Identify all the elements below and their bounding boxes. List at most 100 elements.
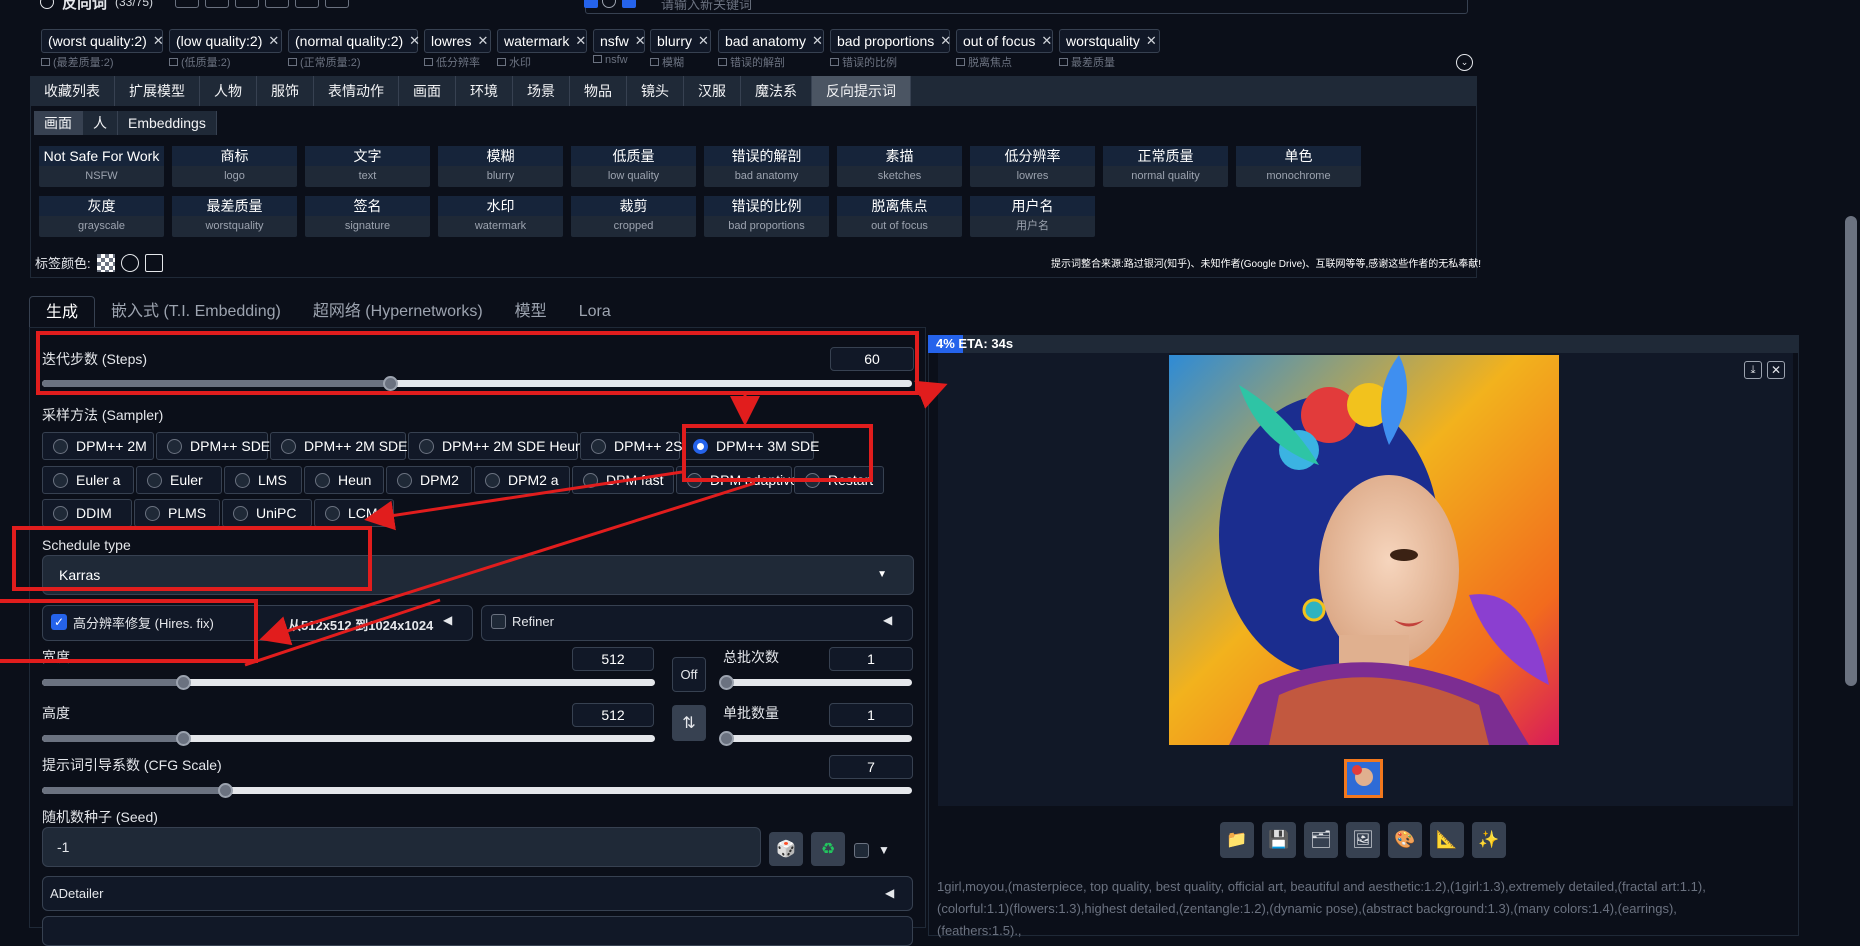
category-tab[interactable]: 反向提示词: [812, 76, 911, 106]
sampler-option[interactable]: DPM2: [386, 466, 472, 494]
main-tab[interactable]: 超网络 (Hypernetworks): [297, 296, 499, 328]
prompt-tile[interactable]: 模糊 blurry: [438, 146, 563, 187]
sub-tab[interactable]: 人: [83, 111, 118, 135]
image-thumbnail[interactable]: [1344, 759, 1383, 798]
prompt-tile[interactable]: 低质量 low quality: [571, 146, 696, 187]
category-tab[interactable]: 收藏列表: [30, 76, 115, 106]
prompt-tag[interactable]: (worst quality:2) ✕: [41, 29, 164, 53]
prompt-tag[interactable]: bad proportions ✕: [830, 29, 951, 53]
bookmark-icon[interactable]: [265, 0, 290, 8]
prompt-tile[interactable]: 正常质量 normal quality: [1103, 146, 1228, 187]
extra-seed-checkbox[interactable]: [854, 843, 869, 858]
remove-tag-icon[interactable]: ✕: [575, 33, 586, 49]
category-tab[interactable]: 镜头: [627, 76, 684, 106]
refiner-collapse-icon[interactable]: ◀: [883, 613, 892, 627]
remove-tag-icon[interactable]: ✕: [268, 33, 279, 49]
keyword-checkbox[interactable]: [584, 0, 598, 8]
prompt-tile[interactable]: 低分辨率 lowres: [970, 146, 1095, 187]
keyword-input[interactable]: 请输入新关键词: [585, 0, 1468, 14]
category-tab[interactable]: 场景: [513, 76, 570, 106]
next-accordion[interactable]: [42, 916, 913, 946]
remove-tag-icon[interactable]: ✕: [1146, 33, 1157, 49]
send-to-inpaint-icon[interactable]: 🎨: [1388, 822, 1422, 858]
category-tab[interactable]: 表情动作: [314, 76, 399, 106]
sampler-option[interactable]: DPM++ 2M SDE Heun: [408, 432, 583, 460]
prompt-tile[interactable]: 脱离焦点 out of focus: [837, 196, 962, 237]
remove-tag-icon[interactable]: ✕: [698, 33, 709, 49]
folder-icon[interactable]: 📁: [1220, 822, 1254, 858]
batch-size-input[interactable]: 1: [829, 703, 913, 727]
hires-collapse-icon[interactable]: ◀: [443, 613, 452, 627]
save-icon[interactable]: [144, 253, 163, 272]
category-tab[interactable]: 物品: [570, 76, 627, 106]
category-tab[interactable]: 环境: [456, 76, 513, 106]
sampler-option[interactable]: DPM++ 3M SDE: [682, 432, 819, 460]
category-tab[interactable]: 画面: [399, 76, 456, 106]
sampler-option[interactable]: Restart: [794, 466, 884, 494]
prompt-tile[interactable]: 水印 watermark: [438, 196, 563, 237]
sampler-option[interactable]: LMS: [224, 466, 302, 494]
collapse-icon[interactable]: [40, 0, 54, 9]
extra-seed-toggle-icon[interactable]: ▼: [878, 843, 890, 857]
prompt-tile[interactable]: 用户名 用户名: [970, 196, 1095, 237]
sampler-option[interactable]: Euler: [136, 466, 222, 494]
sampler-option[interactable]: DPM2 a: [474, 466, 570, 494]
checker-icon[interactable]: [96, 253, 115, 272]
prompt-tile[interactable]: 商标 logo: [172, 146, 297, 187]
sampler-option[interactable]: DPM fast: [572, 466, 674, 494]
scrollbar-thumb[interactable]: [1845, 216, 1857, 686]
remove-tag-icon[interactable]: ✕: [812, 33, 823, 49]
steps-slider[interactable]: [42, 376, 912, 391]
schedule-select[interactable]: Karras ▼: [42, 555, 914, 595]
steps-slider-thumb[interactable]: [383, 376, 398, 391]
sub-tab[interactable]: 画面: [34, 111, 83, 135]
hires-checkbox[interactable]: ✓: [51, 614, 67, 630]
paste-icon[interactable]: [325, 0, 350, 8]
swap-dimensions-icon[interactable]: ⇅: [672, 705, 706, 741]
main-tab[interactable]: 模型: [499, 296, 563, 328]
cfg-input[interactable]: 7: [829, 755, 913, 779]
height-slider[interactable]: [42, 731, 655, 746]
sampler-option[interactable]: Heun: [304, 466, 384, 494]
seed-input[interactable]: -1: [42, 827, 761, 867]
close-image-icon[interactable]: ✕: [1767, 361, 1785, 379]
prompt-tile[interactable]: 错误的解剖 bad anatomy: [704, 146, 829, 187]
main-tab[interactable]: Lora: [563, 296, 627, 328]
hires-off-button[interactable]: Off: [672, 657, 706, 692]
remove-tag-icon[interactable]: ✕: [477, 33, 488, 49]
batch-count-slider-thumb[interactable]: [719, 675, 734, 690]
batch-size-slider[interactable]: [719, 731, 912, 746]
prompt-tag[interactable]: worstquality ✕: [1059, 29, 1160, 53]
height-slider-thumb[interactable]: [175, 731, 191, 746]
batch-count-slider[interactable]: [719, 675, 912, 690]
prompt-tile[interactable]: 裁剪 cropped: [571, 196, 696, 237]
sampler-option[interactable]: PLMS: [134, 499, 220, 527]
sampler-option[interactable]: DPM++ 2M SDE: [270, 432, 407, 460]
remove-tag-icon[interactable]: ✕: [153, 33, 164, 49]
width-slider-thumb[interactable]: [175, 675, 191, 690]
prompt-tile[interactable]: Not Safe For Work NSFW: [39, 146, 164, 187]
adetailer-collapse-icon[interactable]: ◀: [885, 886, 894, 900]
save-icon[interactable]: 💾: [1262, 822, 1296, 858]
prompt-tile[interactable]: 素描 sketches: [837, 146, 962, 187]
width-slider[interactable]: [42, 675, 655, 690]
sampler-option[interactable]: LCM: [314, 499, 394, 527]
expand-icon[interactable]: ⌄: [1456, 54, 1473, 71]
settings-icon[interactable]: [205, 0, 230, 8]
translate-icon[interactable]: [175, 0, 200, 8]
sampler-option[interactable]: DPM adaptive: [676, 466, 798, 494]
main-tab[interactable]: 嵌入式 (T.I. Embedding): [95, 296, 297, 328]
sampler-option[interactable]: DPM++ 2S a: [580, 432, 694, 460]
cfg-slider[interactable]: [42, 783, 912, 798]
recycle-icon[interactable]: ♻: [811, 832, 845, 866]
sampler-option[interactable]: Euler a: [42, 466, 134, 494]
cfg-slider-thumb[interactable]: [217, 783, 233, 798]
height-input[interactable]: 512: [572, 703, 654, 727]
sampler-option[interactable]: DPM++ 2M: [42, 432, 154, 460]
prompt-tile[interactable]: 签名 signature: [305, 196, 430, 237]
prompt-tag[interactable]: lowres ✕: [424, 29, 491, 53]
batch-count-input[interactable]: 1: [829, 647, 913, 671]
sampler-option[interactable]: UniPC: [222, 499, 312, 527]
remove-tag-icon[interactable]: ✕: [409, 33, 420, 49]
sparkle-icon[interactable]: ✨: [1472, 822, 1506, 858]
